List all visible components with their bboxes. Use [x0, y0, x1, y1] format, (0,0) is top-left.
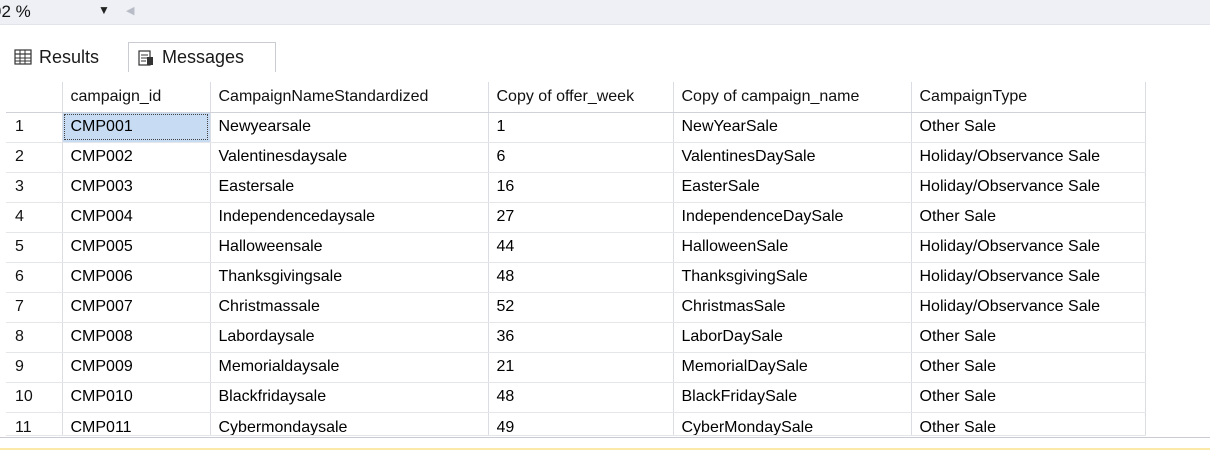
grid-cell[interactable]: Valentinesdaysale: [210, 142, 489, 173]
column-header[interactable]: CampaignNameStandardized: [210, 82, 489, 113]
grid-cell[interactable]: NewYearSale: [673, 112, 912, 143]
grid-cell[interactable]: 48: [488, 382, 674, 413]
grid-cell[interactable]: Holiday/Observance Sale: [911, 172, 1146, 203]
grid-cell[interactable]: CMP001: [62, 112, 211, 143]
grid-cell[interactable]: CMP007: [62, 292, 211, 323]
result-tabs: Results Messages: [0, 42, 1210, 74]
column-header[interactable]: campaign_id: [62, 82, 211, 113]
tab-results-label: Results: [39, 46, 100, 67]
grid-cell[interactable]: Other Sale: [911, 382, 1146, 413]
grid-icon: [14, 49, 32, 65]
grid-cell[interactable]: Other Sale: [911, 112, 1146, 143]
grid-cell[interactable]: Independencedaysale: [210, 202, 489, 233]
grid-cell[interactable]: Holiday/Observance Sale: [911, 142, 1146, 173]
grid-cell[interactable]: Newyearsale: [210, 112, 489, 143]
table-row: 2 CMP002 Valentinesdaysale 6 ValentinesD…: [6, 142, 1146, 173]
messages-icon: [138, 49, 153, 66]
row-number[interactable]: 1: [6, 112, 63, 143]
grid-cell[interactable]: CMP010: [62, 382, 211, 413]
grid-cell[interactable]: Other Sale: [911, 202, 1146, 233]
grid-cell[interactable]: ChristmasSale: [673, 292, 912, 323]
grid-cell[interactable]: Holiday/Observance Sale: [911, 292, 1146, 323]
table-row: 4 CMP004 Independencedaysale 27 Independ…: [6, 202, 1146, 233]
chevron-down-icon[interactable]: ▼: [98, 3, 110, 17]
grid-cell[interactable]: Other Sale: [911, 412, 1146, 436]
grid-cell[interactable]: CMP008: [62, 322, 211, 353]
grid-cell[interactable]: 21: [488, 352, 674, 383]
table-row: 11 CMP011 Cybermondaysale 49 CyberMonday…: [6, 412, 1146, 436]
grid-cell[interactable]: Thanksgivingsale: [210, 262, 489, 293]
grid-cell[interactable]: ValentinesDaySale: [673, 142, 912, 173]
row-number[interactable]: 5: [6, 232, 63, 263]
table-row: 5 CMP005 Halloweensale 44 HalloweenSale …: [6, 232, 1146, 263]
table-row: 6 CMP006 Thanksgivingsale 48 Thanksgivin…: [6, 262, 1146, 293]
grid-cell[interactable]: Other Sale: [911, 322, 1146, 353]
row-number[interactable]: 10: [6, 382, 63, 413]
tab-results[interactable]: Results: [14, 42, 126, 72]
table-row: 1 CMP001 Newyearsale 1 NewYearSale Other…: [6, 112, 1146, 143]
grid-cell[interactable]: LaborDaySale: [673, 322, 912, 353]
row-number[interactable]: 9: [6, 352, 63, 383]
grid-cell[interactable]: 27: [488, 202, 674, 233]
grid-cell[interactable]: ThanksgivingSale: [673, 262, 912, 293]
table-row: 8 CMP008 Labordaysale 36 LaborDaySale Ot…: [6, 322, 1146, 353]
grid-cell[interactable]: CMP004: [62, 202, 211, 233]
zoom-bar: 92 % ▼ ◀: [0, 0, 1210, 25]
column-header[interactable]: Copy of offer_week: [488, 82, 674, 113]
grid-cell[interactable]: 44: [488, 232, 674, 263]
grid-cell[interactable]: Eastersale: [210, 172, 489, 203]
tab-messages[interactable]: Messages: [128, 42, 276, 72]
results-grid[interactable]: campaign_id CampaignNameStandardized Cop…: [6, 82, 1146, 436]
grid-cell[interactable]: 36: [488, 322, 674, 353]
tab-messages-label: Messages: [162, 47, 245, 67]
column-header[interactable]: CampaignType: [911, 82, 1146, 113]
grid-cell[interactable]: 6: [488, 142, 674, 173]
scroll-left-icon[interactable]: ◀: [126, 4, 134, 17]
grid-cell[interactable]: 52: [488, 292, 674, 323]
grid-cell[interactable]: Labordaysale: [210, 322, 489, 353]
grid-cell[interactable]: 1: [488, 112, 674, 143]
table-row: 7 CMP007 Christmassale 52 ChristmasSale …: [6, 292, 1146, 323]
grid-cell[interactable]: 48: [488, 262, 674, 293]
grid-cell[interactable]: MemorialDaySale: [673, 352, 912, 383]
grid-cell[interactable]: Memorialdaysale: [210, 352, 489, 383]
row-number[interactable]: 6: [6, 262, 63, 293]
grid-bottom-divider: [0, 437, 1210, 438]
table-row: 9 CMP009 Memorialdaysale 21 MemorialDayS…: [6, 352, 1146, 383]
grid-cell[interactable]: CMP003: [62, 172, 211, 203]
row-number[interactable]: 3: [6, 172, 63, 203]
grid-header-row: campaign_id CampaignNameStandardized Cop…: [6, 82, 1146, 113]
grid-cell[interactable]: CMP009: [62, 352, 211, 383]
grid-cell[interactable]: Holiday/Observance Sale: [911, 232, 1146, 263]
grid-cell[interactable]: Other Sale: [911, 352, 1146, 383]
grid-cell[interactable]: CMP011: [62, 412, 211, 436]
grid-cell[interactable]: BlackFridaySale: [673, 382, 912, 413]
grid-cell[interactable]: 49: [488, 412, 674, 436]
table-row: 10 CMP010 Blackfridaysale 48 BlackFriday…: [6, 382, 1146, 413]
row-number[interactable]: 2: [6, 142, 63, 173]
grid-cell[interactable]: 16: [488, 172, 674, 203]
grid-cell[interactable]: CMP006: [62, 262, 211, 293]
row-number-header[interactable]: [6, 82, 63, 113]
grid-cell[interactable]: HalloweenSale: [673, 232, 912, 263]
grid-cell[interactable]: Blackfridaysale: [210, 382, 489, 413]
grid-cell[interactable]: Christmassale: [210, 292, 489, 323]
grid-cell[interactable]: EasterSale: [673, 172, 912, 203]
row-number[interactable]: 8: [6, 322, 63, 353]
column-header[interactable]: Copy of campaign_name: [673, 82, 912, 113]
row-number[interactable]: 7: [6, 292, 63, 323]
grid-cell[interactable]: CMP005: [62, 232, 211, 263]
grid-cell[interactable]: CMP002: [62, 142, 211, 173]
zoom-level[interactable]: 92 %: [0, 2, 31, 22]
grid-cell[interactable]: IndependenceDaySale: [673, 202, 912, 233]
table-row: 3 CMP003 Eastersale 16 EasterSale Holida…: [6, 172, 1146, 203]
row-number[interactable]: 11: [6, 412, 63, 436]
grid-cell[interactable]: Holiday/Observance Sale: [911, 262, 1146, 293]
grid-cell[interactable]: Cybermondaysale: [210, 412, 489, 436]
row-number[interactable]: 4: [6, 202, 63, 233]
grid-cell[interactable]: Halloweensale: [210, 232, 489, 263]
grid-cell[interactable]: CyberMondaySale: [673, 412, 912, 436]
